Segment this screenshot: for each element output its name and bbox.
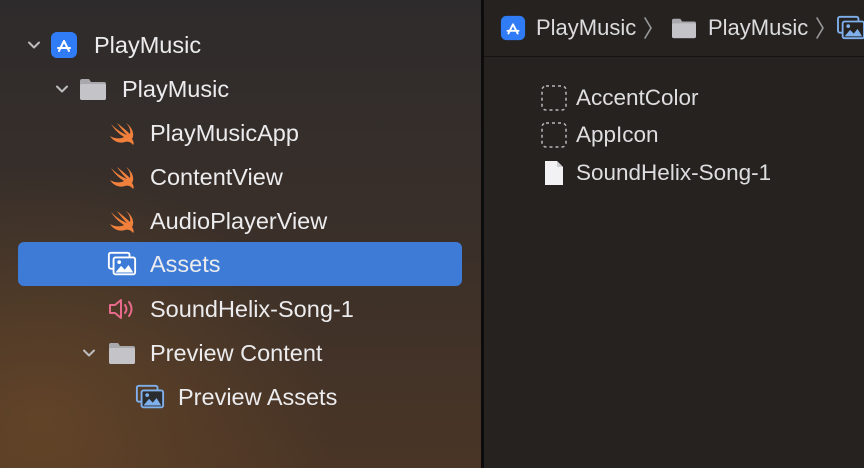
breadcrumb-item-group[interactable]: PlayMusic [670, 10, 826, 46]
navigator-row-group[interactable]: Preview Content [18, 331, 462, 375]
asset-item-app-icon[interactable]: AppIcon [540, 117, 659, 153]
navigator-row-assets[interactable]: Preview Assets [18, 375, 462, 419]
asset-catalog-editor: PlayMusic PlayMusic AccentColor AppIcon … [484, 0, 864, 468]
chevron-down-icon[interactable] [26, 37, 42, 53]
breadcrumb-label: PlayMusic [708, 15, 809, 40]
project-navigator: PlayMusic PlayMusic PlayMusicApp Content… [0, 0, 481, 468]
navigator-row-file[interactable]: AudioPlayerView [18, 199, 462, 243]
asset-item-label: AccentColor [576, 85, 699, 110]
navigator-row-file[interactable]: ContentView [18, 155, 462, 199]
folder-icon [107, 338, 137, 368]
breadcrumb: PlayMusic PlayMusic [484, 0, 864, 57]
breadcrumb-item-assets[interactable] [836, 10, 864, 46]
chevron-right-icon [814, 14, 826, 42]
navigator-item-label: Assets [150, 251, 221, 277]
navigator-row-project[interactable]: PlayMusic [18, 23, 462, 67]
navigator-item-label: ContentView [150, 164, 283, 190]
breadcrumb-label: PlayMusic [536, 15, 637, 40]
asset-catalog-icon [107, 249, 137, 279]
swift-icon [107, 118, 137, 148]
folder-icon [78, 74, 108, 104]
app-store-icon [49, 30, 79, 60]
asset-item-data-set[interactable]: SoundHelix-Song-1 [540, 155, 771, 191]
asset-item-accent-color[interactable]: AccentColor [540, 80, 699, 116]
app-store-icon [500, 15, 526, 41]
asset-item-label: AppIcon [576, 122, 659, 147]
folder-icon [670, 16, 698, 40]
navigator-item-label: PlayMusic [122, 76, 230, 102]
navigator-row-assets-selected[interactable]: Assets [18, 242, 462, 286]
navigator-row-group[interactable]: PlayMusic [18, 67, 462, 111]
color-set-placeholder-icon [540, 84, 568, 112]
asset-catalog-icon [836, 15, 864, 41]
swift-icon [107, 162, 137, 192]
navigator-item-label: Preview Assets [178, 384, 338, 410]
navigator-row-file[interactable]: SoundHelix-Song-1 [18, 287, 462, 331]
chevron-right-icon [642, 14, 654, 42]
data-file-icon [540, 159, 568, 187]
navigator-item-label: AudioPlayerView [150, 208, 328, 234]
breadcrumb-item-project[interactable]: PlayMusic [500, 10, 654, 46]
navigator-item-label: PlayMusicApp [150, 120, 299, 146]
swift-icon [107, 206, 137, 236]
asset-catalog-icon [135, 382, 165, 412]
navigator-item-label: SoundHelix-Song-1 [150, 296, 354, 322]
chevron-down-icon[interactable] [81, 345, 97, 361]
app-icon-placeholder-icon [540, 121, 568, 149]
navigator-item-label: Preview Content [150, 340, 323, 366]
asset-item-label: SoundHelix-Song-1 [576, 160, 772, 185]
navigator-row-file[interactable]: PlayMusicApp [18, 111, 462, 155]
audio-file-icon [107, 294, 137, 324]
navigator-item-label: PlayMusic [94, 32, 202, 58]
chevron-down-icon[interactable] [54, 81, 70, 97]
